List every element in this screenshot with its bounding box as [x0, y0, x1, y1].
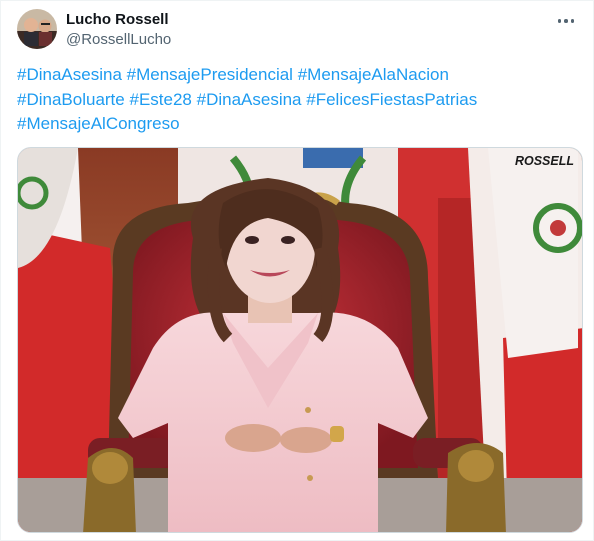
gold-statue-right	[446, 443, 506, 532]
more-dot	[570, 19, 575, 23]
hashtag-link[interactable]: #MensajeAlaNacion	[298, 65, 449, 84]
hashtag-link[interactable]: #DinaAsesina	[17, 65, 122, 84]
hashtag-link[interactable]: #FelicesFiestasPatrias	[306, 90, 477, 109]
hashtag-link[interactable]: #MensajeAlCongreso	[17, 114, 180, 133]
hashtag-link[interactable]: #MensajePresidencial	[127, 65, 293, 84]
media-watermark: ROSSELL	[515, 154, 574, 168]
hashtag-link[interactable]: #DinaBoluarte	[17, 90, 125, 109]
avatar[interactable]	[17, 9, 57, 49]
hashtag-link[interactable]: #Este28	[129, 90, 191, 109]
hashtag-link[interactable]: #DinaAsesina	[197, 90, 302, 109]
more-dot	[557, 19, 562, 23]
tweet-text: #DinaAsesina #MensajePresidencial #Mensa…	[17, 63, 577, 137]
gold-statue-left	[83, 448, 136, 532]
tweet-text-line: #MensajeAlCongreso	[17, 112, 577, 137]
tweet-card: Lucho Rossell @RossellLucho #DinaAsesina…	[0, 0, 594, 541]
author-handle[interactable]: @RossellLucho	[66, 31, 171, 49]
more-horizontal-icon[interactable]	[551, 11, 581, 31]
more-dot	[564, 19, 568, 23]
author-name[interactable]: Lucho Rossell	[66, 11, 169, 29]
tweet-media-image[interactable]: ROSSELL	[17, 147, 583, 533]
tweet-text-line: #DinaAsesina #MensajePresidencial #Mensa…	[17, 63, 577, 88]
tweet-text-line: #DinaBoluarte #Este28 #DinaAsesina #Feli…	[17, 88, 577, 113]
